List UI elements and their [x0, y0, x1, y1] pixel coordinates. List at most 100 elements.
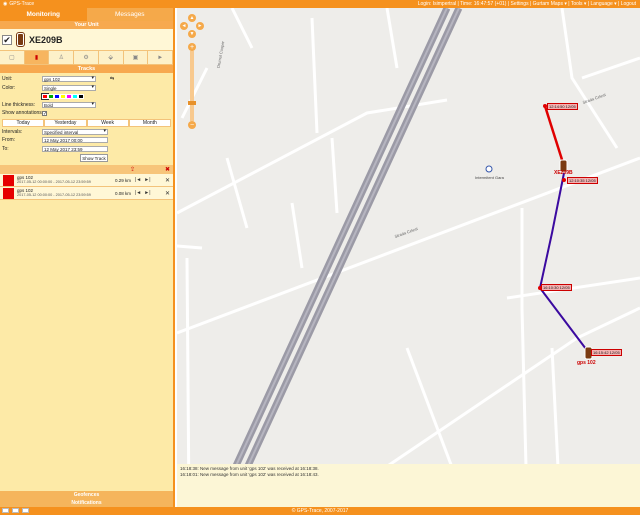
- zoom-knob[interactable]: [188, 101, 196, 105]
- brand: ◉ GPS-Trace: [0, 1, 110, 7]
- pan-left-icon[interactable]: ◄: [180, 22, 188, 30]
- period-today[interactable]: Today: [2, 118, 45, 127]
- footer-bar: © GPS-Trace, 2007-2017: [0, 507, 640, 515]
- poi-icon[interactable]: [485, 165, 493, 173]
- map-canvas[interactable]: [177, 8, 640, 507]
- satellite-icon[interactable]: ⬙: [99, 51, 124, 64]
- rewind-icon[interactable]: |◄: [135, 177, 141, 183]
- color-swatches[interactable]: [41, 92, 84, 100]
- track-line-red: [543, 105, 566, 167]
- zoom-slider[interactable]: [188, 51, 196, 121]
- unit-link-icon[interactable]: ⇆: [110, 76, 114, 82]
- swatch[interactable]: [78, 93, 84, 99]
- track-annotation: 12:14:50 12/05: [547, 103, 578, 110]
- show-track-button[interactable]: Show Track: [80, 154, 108, 162]
- poi-label: Intermitent Gara: [475, 175, 504, 180]
- unit-tracker-icon[interactable]: ▮: [24, 51, 50, 64]
- forward-icon[interactable]: ►|: [144, 190, 150, 196]
- annotations-checkbox[interactable]: ✓: [42, 110, 47, 116]
- track-item[interactable]: gps 102 2017-05-12 00:00:00 - 2017-05-12…: [0, 174, 173, 187]
- to-input[interactable]: 12 May 2017 23:59: [42, 145, 108, 152]
- zoom-in-button[interactable]: +: [188, 43, 196, 51]
- street: [225, 157, 249, 229]
- street: [177, 244, 203, 250]
- track-annotation: 16:10:30 12/05: [541, 284, 572, 291]
- street: [506, 276, 640, 300]
- unit-checkbox[interactable]: ✔: [2, 34, 12, 45]
- track-list-header: ⇪ ✖: [0, 165, 173, 174]
- message-line: 16:18:01: New message from unit 'gps 102…: [180, 472, 319, 477]
- zoom-out-button[interactable]: −: [188, 121, 196, 129]
- street: [290, 202, 304, 269]
- clear-all-icon[interactable]: ✖: [165, 166, 170, 173]
- track-annotation: 12:10:35 12/05: [567, 177, 598, 184]
- gear-icon[interactable]: ⚙: [74, 51, 99, 64]
- tab-monitoring[interactable]: Monitoring: [0, 8, 87, 21]
- to-label: To:: [2, 145, 9, 152]
- track-distance: 0.08 km: [114, 190, 131, 196]
- unit-name: XE209B: [29, 34, 63, 45]
- period-month[interactable]: Month: [128, 118, 171, 127]
- street: [310, 17, 319, 134]
- track-point[interactable]: [562, 178, 566, 182]
- brand-name: GPS-Trace: [9, 1, 35, 7]
- street: [581, 56, 640, 80]
- period-yesterday[interactable]: Yesterday: [44, 118, 87, 127]
- map[interactable]: Drumul Cooper Strada Celest Strada Celes…: [177, 8, 640, 507]
- period-week[interactable]: Week: [86, 118, 129, 127]
- track-dates: 2017-05-12 00:00:00 - 2017-05-12 23:59:5…: [17, 193, 91, 197]
- geofences-section[interactable]: Geofences: [0, 491, 173, 499]
- track-line-purple: [538, 172, 590, 354]
- street: [330, 137, 339, 214]
- logo-icon: ◉: [3, 1, 8, 7]
- close-icon[interactable]: ✕: [165, 177, 173, 184]
- status-icon[interactable]: [22, 508, 29, 513]
- zoom-control: ▲ ◄ ► ▼ + −: [180, 14, 204, 129]
- track-distance: 0.29 km: [114, 177, 131, 183]
- unit-label: Unit:: [2, 76, 13, 83]
- forward-icon[interactable]: ►|: [144, 177, 150, 183]
- intervals-label: Intervals:: [2, 128, 23, 135]
- image-icon[interactable]: ▣: [124, 51, 149, 64]
- street: [385, 8, 399, 69]
- annotations-label: Show annotations:: [2, 110, 42, 117]
- pan-right-icon[interactable]: ►: [196, 22, 204, 30]
- pan-down-icon[interactable]: ▼: [188, 30, 196, 38]
- tab-messages[interactable]: Messages: [86, 8, 173, 21]
- street: [520, 208, 529, 507]
- unit-icon: [16, 32, 25, 47]
- track-dates: 2017-05-12 00:00:00 - 2017-05-12 23:59:5…: [17, 180, 91, 184]
- footer-text: © GPS-Trace, 2007-2017: [291, 508, 349, 514]
- status-icon[interactable]: [12, 508, 19, 513]
- top-info[interactable]: Login: Isimpertral | Time: 16:47:57 (+01…: [110, 1, 640, 7]
- unit-label[interactable]: gps 102: [577, 360, 596, 366]
- rewind-icon[interactable]: |◄: [135, 190, 141, 196]
- unit-toolbar: ▢ ▮ ♙ ⚙ ⬙ ▣ ►: [0, 51, 174, 65]
- tracks-form: Unit: gps 102 ⇆ Color: Single Line thick…: [0, 73, 173, 162]
- notifications-section[interactable]: Notifications: [0, 499, 173, 507]
- play-icon[interactable]: ►: [148, 51, 174, 64]
- unit-row[interactable]: ✔ XE209B: [0, 29, 173, 51]
- toggle-icon[interactable]: ▢: [0, 51, 25, 64]
- status-icon[interactable]: [2, 508, 9, 513]
- top-bar: ◉ GPS-Trace Login: Isimpertral | Time: 1…: [0, 0, 640, 8]
- track-color: [3, 174, 14, 186]
- pan-control: ▲ ◄ ► ▼: [180, 14, 204, 38]
- thickness-select[interactable]: Bold: [42, 101, 96, 108]
- track-item[interactable]: gps 102 2017-05-12 00:00:00 - 2017-05-12…: [0, 187, 173, 200]
- street: [230, 8, 254, 49]
- period-buttons: Today Yesterday Week Month: [2, 118, 171, 127]
- close-icon[interactable]: ✕: [165, 190, 173, 197]
- track-annotation: 16:15:42 12/05: [591, 349, 622, 356]
- pan-up-icon[interactable]: ▲: [188, 14, 196, 22]
- color-select[interactable]: Single: [42, 84, 96, 91]
- sidebar: Monitoring Messages Your Unit ✔ XE209B ▢…: [0, 8, 175, 507]
- from-input[interactable]: 12 May 2017 00:00: [42, 137, 108, 144]
- color-label: Color:: [2, 84, 16, 91]
- interval-select[interactable]: Specified interval: [42, 128, 108, 135]
- export-icon[interactable]: ⇪: [130, 166, 135, 173]
- unit-label[interactable]: XE209B: [554, 170, 573, 176]
- street: [560, 8, 619, 149]
- unit-select[interactable]: gps 102: [42, 76, 96, 83]
- person-icon[interactable]: ♙: [49, 51, 75, 64]
